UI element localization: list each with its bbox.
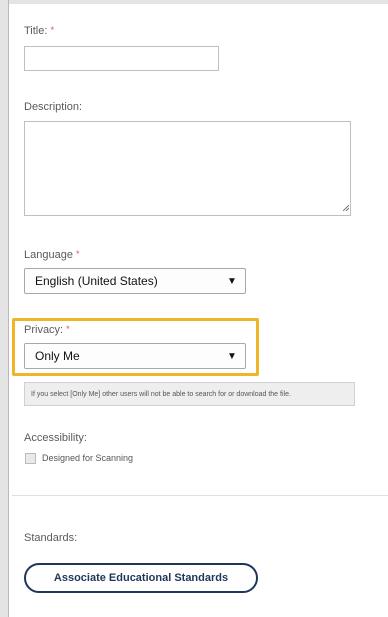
privacy-help-text: If you select [Only Me] other users will… (24, 382, 355, 406)
privacy-selected-value: Only Me (35, 349, 80, 363)
section-divider (12, 495, 388, 496)
required-mark: * (66, 324, 70, 334)
required-mark: * (75, 249, 80, 259)
window-frame-left (0, 0, 9, 617)
language-label: Language * (24, 249, 79, 261)
chevron-down-icon: ▼ (227, 350, 237, 362)
chevron-down-icon: ▼ (227, 275, 237, 287)
required-mark: * (50, 25, 54, 35)
accessibility-label: Accessibility: (24, 432, 87, 444)
description-textarea[interactable] (24, 121, 351, 216)
title-label-text: Title: (24, 25, 48, 37)
resize-handle-icon[interactable] (343, 205, 349, 211)
scanning-checkbox[interactable] (25, 453, 36, 464)
associate-standards-button[interactable]: Associate Educational Standards (24, 563, 258, 593)
language-selected-value: English (United States) (35, 274, 158, 288)
window-frame-top (0, 0, 388, 4)
scanning-checkbox-label[interactable]: Designed for Scanning (42, 453, 133, 463)
privacy-label: Privacy: * (24, 324, 70, 336)
title-label: Title: * (24, 25, 54, 37)
language-select[interactable]: English (United States) ▼ (24, 268, 246, 294)
privacy-select[interactable]: Only Me ▼ (24, 343, 246, 369)
language-label-text: Language (24, 249, 73, 261)
description-label: Description: (24, 101, 83, 113)
title-input[interactable] (24, 46, 219, 71)
privacy-label-text: Privacy: (24, 324, 64, 336)
standards-label: Standards: (24, 532, 78, 544)
